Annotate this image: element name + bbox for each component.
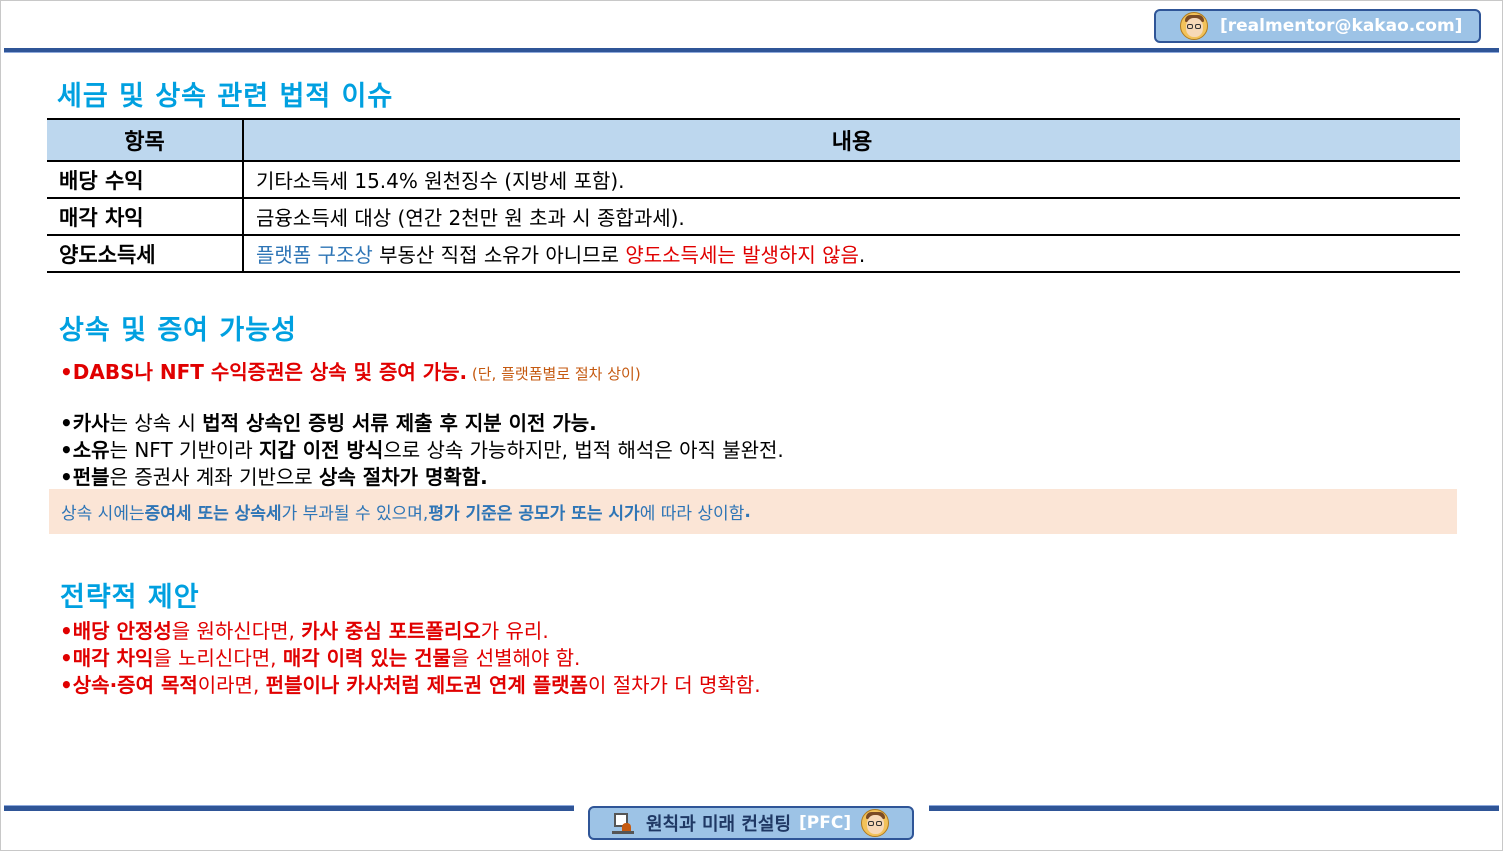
highlight-blue: 플랫폼 구조상: [256, 243, 373, 267]
presenter-icon: [612, 811, 634, 835]
tax-section-title: 세금 및 상속 관련 법적 이슈: [57, 81, 394, 112]
bold-text: •매각 차익: [60, 646, 154, 670]
row-content: 기타소득세 15.4% 원천징수 (지방세 포함).: [243, 161, 1460, 199]
row-content: 금융소득세 대상 (연간 2천만 원 초과 시 종합과세).: [243, 198, 1460, 236]
row-content: 플랫폼 구조상 부동산 직접 소유가 아니므로 양도소득세는 발생하지 않음.: [243, 235, 1460, 273]
strategy-item: •상속·증여 목적이라면, 펀블이나 카사처럼 제도권 연계 플랫폼이 절차가 …: [60, 669, 761, 698]
bold-text: 증여세 또는 상속세: [144, 504, 282, 524]
lead-note: (단, 플랫폼별로 절차 상이): [467, 365, 641, 383]
bold-text: 상속 절차가 명확함.: [319, 465, 488, 489]
footer-divider-left: [4, 805, 574, 811]
text: 을 선별해야 함.: [450, 646, 581, 670]
table-row: 배당 수익 기타소득세 15.4% 원천징수 (지방세 포함).: [47, 161, 1460, 199]
header-divider: [4, 48, 1499, 53]
text: 이라면,: [197, 673, 266, 697]
table-header-row: 항목 내용: [47, 118, 1460, 162]
footer-divider-right: [929, 805, 1499, 811]
text: 에 따라 상이함: [639, 504, 745, 524]
row-item: 배당 수익: [47, 161, 244, 199]
avatar-icon: [861, 809, 890, 837]
strategy-section-title: 전략적 제안: [60, 582, 200, 613]
list-item: •펀블은 증권사 계좌 기반으로 상속 절차가 명확함.: [60, 461, 488, 490]
tax-table: 항목 내용 배당 수익 기타소득세 15.4% 원천징수 (지방세 포함). 매…: [47, 118, 1460, 273]
footer-badge[interactable]: 원칙과 미래 컨설팅 [PFC]: [588, 806, 914, 840]
bold-text: 평가 기준은 공모가 또는 시가: [428, 504, 640, 524]
footer-title: 원칙과 미래 컨설팅: [646, 814, 792, 835]
strategy-item: •배당 안정성을 원하신다면, 카사 중심 포트폴리오가 유리.: [60, 615, 549, 644]
bold-text: 매각 이력 있는 건물: [282, 646, 451, 670]
list-item: •카사는 상속 시 법적 상속인 증빙 서류 제출 후 지분 이전 가능.: [60, 407, 597, 436]
platform-name: •카사: [60, 411, 110, 435]
list-item: •소유는 NFT 기반이라 지갑 이전 방식으로 상속 가능하지만, 법적 해석…: [60, 434, 784, 463]
bold-text: 법적 상속인 증빙 서류 제출 후 지분 이전 가능.: [202, 411, 597, 435]
text: 상속 시에는: [61, 504, 145, 524]
text: 가 유리.: [480, 619, 549, 643]
row-item: 양도소득세: [47, 235, 244, 273]
lead-bold: •DABS나 NFT 수익증권은 상속 및 증여 가능.: [60, 360, 468, 384]
email-badge[interactable]: [realmentor@kakao.com]: [1154, 9, 1481, 43]
highlight-red: 양도소득세는 발생하지 않음: [625, 243, 859, 267]
table-row: 양도소득세 플랫폼 구조상 부동산 직접 소유가 아니므로 양도소득세는 발생하…: [47, 235, 1460, 273]
bold-text: .: [744, 501, 751, 522]
text: 는 NFT 기반이라: [109, 438, 259, 462]
inherit-section-title: 상속 및 증여 가능성: [59, 315, 297, 346]
bold-text: •배당 안정성: [60, 619, 172, 643]
column-header-item: 항목: [47, 118, 244, 162]
text: 은 증권사 계좌 기반으로: [109, 465, 320, 489]
inherit-lead: •DABS나 NFT 수익증권은 상속 및 증여 가능. (단, 플랫폼별로 절…: [60, 356, 641, 385]
text: 이 절차가 더 명확함.: [587, 673, 761, 697]
table-row: 매각 차익 금융소득세 대상 (연간 2천만 원 초과 시 종합과세).: [47, 198, 1460, 236]
bold-text: 지갑 이전 방식: [259, 438, 384, 462]
platform-name: •펀블: [60, 465, 110, 489]
bold-text: 카사 중심 포트폴리오: [301, 619, 481, 643]
row-item: 매각 차익: [47, 198, 244, 236]
text: 는 상속 시: [109, 411, 203, 435]
bold-text: 펀블이나 카사처럼 제도권 연계 플랫폼: [265, 673, 588, 697]
text: .: [858, 243, 866, 267]
text: 가 부과될 수 있으며,: [281, 504, 429, 524]
email-text: [realmentor@kakao.com]: [1220, 16, 1463, 36]
inheritance-tax-callout: 상속 시에는 증여세 또는 상속세 가 부과될 수 있으며, 평가 기준은 공모가…: [49, 489, 1457, 534]
column-header-content: 내용: [243, 118, 1460, 162]
bold-text: •상속·증여 목적: [60, 673, 198, 697]
footer-tag: [PFC]: [799, 813, 852, 833]
strategy-item: •매각 차익을 노리신다면, 매각 이력 있는 건물을 선별해야 함.: [60, 642, 580, 671]
text: 을 노리신다면,: [153, 646, 283, 670]
platform-name: •소유: [60, 438, 110, 462]
text: 을 원하신다면,: [171, 619, 302, 643]
text: 부동산 직접 소유가 아니므로: [372, 243, 626, 267]
avatar-icon: [1180, 12, 1208, 40]
text: 으로 상속 가능하지만, 법적 해석은 아직 불완전.: [383, 438, 784, 462]
